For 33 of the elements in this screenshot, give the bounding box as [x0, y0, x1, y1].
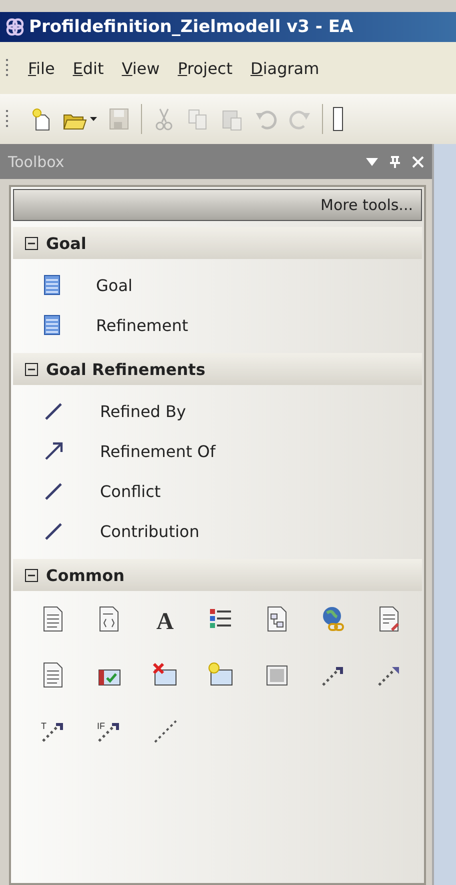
toolbox-item[interactable]: Goal [13, 265, 422, 305]
grip-icon [6, 109, 9, 129]
line-icon [44, 521, 64, 541]
more-tools-button[interactable]: More tools... [13, 189, 422, 221]
collapse-icon[interactable] [25, 568, 38, 582]
window-icon[interactable] [333, 107, 343, 131]
collapse-icon[interactable] [25, 362, 38, 376]
close-icon[interactable] [412, 156, 424, 168]
section-title: Goal Refinements [46, 360, 206, 378]
pin-icon[interactable] [390, 156, 400, 168]
menu-item[interactable]: Diagram [241, 58, 328, 78]
line-icon [44, 401, 64, 421]
panel-title: Toolbox [8, 152, 66, 170]
toolbox-item[interactable]: Conflict [13, 471, 422, 511]
menu-item[interactable]: View [112, 58, 169, 78]
section-title: Common [46, 566, 124, 584]
knot-logo-icon [5, 17, 25, 37]
list-element-icon [44, 315, 60, 335]
section-title: Goal [46, 234, 86, 252]
menu-item[interactable]: Project [168, 58, 242, 78]
toolbox-item[interactable]: Refined By [13, 391, 422, 431]
toolbox-item[interactable]: Contribution [13, 511, 422, 551]
line-icon [44, 481, 64, 501]
grip-icon [6, 58, 9, 78]
menu-item[interactable]: File [19, 58, 64, 78]
collapse-icon[interactable] [25, 236, 38, 250]
menu-item[interactable]: Edit [64, 58, 113, 78]
dropdown-arrow-icon[interactable] [90, 117, 97, 121]
arrow-icon [44, 441, 64, 461]
list-element-icon [44, 275, 60, 295]
toolbox-item[interactable]: Refinement Of [13, 431, 422, 471]
toolbox-item[interactable]: Refinement [13, 305, 422, 345]
window-title: Profildefinition_Zielmodell v3 - EA [29, 17, 354, 37]
